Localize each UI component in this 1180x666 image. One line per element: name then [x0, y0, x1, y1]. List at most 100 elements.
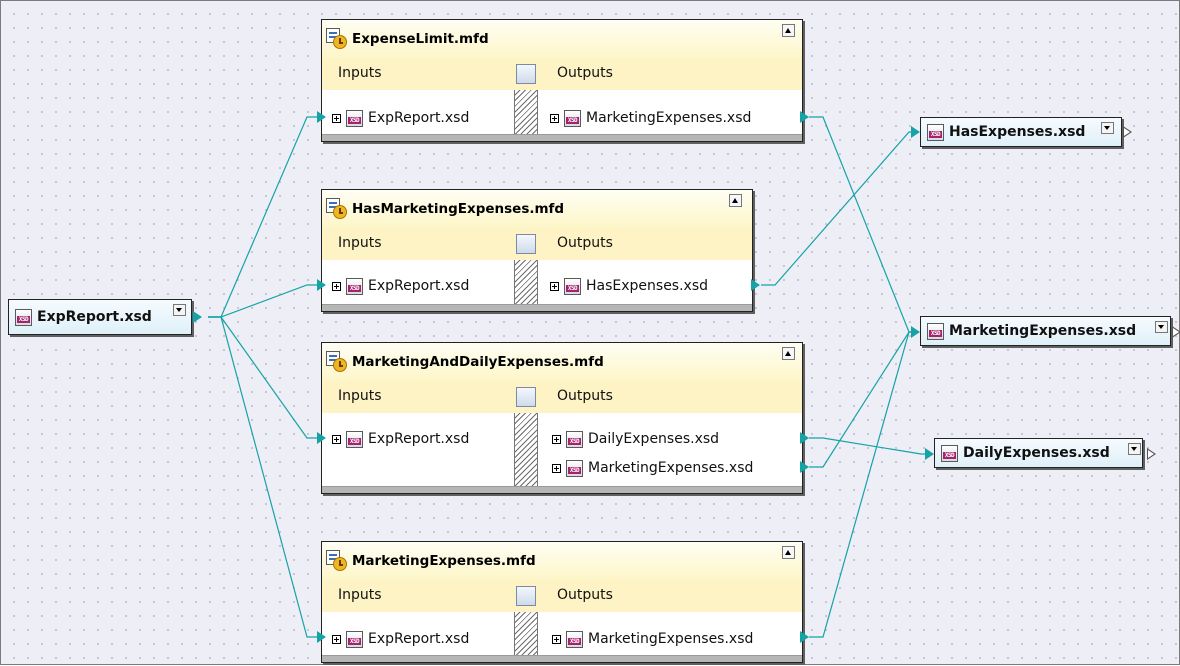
component-footer	[322, 134, 802, 141]
mapping-component-hasmarketingexpenses[interactable]: HasMarketingExpenses.mfd Inputs Outputs …	[321, 189, 753, 312]
mfd-mapping-icon	[326, 198, 348, 220]
target-label: MarketingExpenses.xsd	[949, 323, 1137, 339]
xsd-file-icon	[346, 430, 363, 448]
target-component-marketingexpenses[interactable]: MarketingExpenses.xsd	[920, 316, 1171, 346]
collapse-button[interactable]	[782, 347, 795, 360]
outputs-label: Outputs	[557, 388, 613, 404]
target-output-port[interactable]	[1123, 126, 1132, 138]
input-row[interactable]: ExpReport.xsd	[332, 428, 469, 450]
wire-source-to-expenselimit	[208, 116, 319, 318]
input-row[interactable]: ExpReport.xsd	[332, 107, 469, 129]
source-component[interactable]: ExpReport.xsd	[8, 299, 192, 335]
input-label: ExpReport.xsd	[368, 631, 470, 647]
input-label: ExpReport.xsd	[368, 431, 470, 447]
component-title-bar[interactable]: HasMarketingExpenses.mfd	[322, 190, 752, 228]
view-toggle-button[interactable]	[516, 387, 536, 407]
output-row[interactable]: HasExpenses.xsd	[550, 275, 708, 297]
output-port[interactable]	[800, 111, 809, 123]
xsd-file-icon	[346, 277, 363, 295]
xsd-file-icon	[566, 459, 583, 477]
outputs-label: Outputs	[557, 235, 613, 251]
expand-icon[interactable]	[332, 434, 341, 444]
outputs-label: Outputs	[557, 65, 613, 81]
collapse-button[interactable]	[782, 24, 795, 37]
column-divider	[514, 612, 538, 656]
mfd-mapping-icon	[326, 28, 348, 50]
expand-icon[interactable]	[550, 113, 559, 123]
output-label: MarketingExpenses.xsd	[588, 460, 754, 476]
dropdown-icon[interactable]	[1155, 321, 1168, 333]
mapping-component-expenselimit[interactable]: ExpenseLimit.mfd Inputs Outputs ExpRepor…	[321, 19, 803, 142]
target-label: HasExpenses.xsd	[949, 124, 1086, 140]
wire-source-to-marketingexpenses	[208, 316, 319, 638]
expand-icon[interactable]	[550, 281, 559, 291]
dropdown-icon[interactable]	[1101, 122, 1114, 134]
component-footer	[322, 486, 802, 493]
collapse-button[interactable]	[782, 546, 795, 559]
input-port[interactable]	[317, 631, 326, 643]
target-output-port[interactable]	[1172, 326, 1180, 338]
expand-icon[interactable]	[332, 634, 341, 644]
target-input-port[interactable]	[911, 126, 920, 138]
inputs-label: Inputs	[338, 235, 382, 251]
wire-marketinganddaily-to-marketing-target	[809, 331, 919, 468]
output-port[interactable]	[751, 279, 760, 291]
output-label: MarketingExpenses.xsd	[588, 631, 754, 647]
xsd-file-icon	[566, 430, 583, 448]
mapping-component-marketinganddailyexpenses[interactable]: MarketingAndDailyExpenses.mfd Inputs Out…	[321, 342, 803, 494]
target-input-port[interactable]	[911, 326, 920, 338]
mapping-design-canvas[interactable]: ExpReport.xsd ExpenseLimit.mfd Inputs Ou…	[0, 0, 1180, 665]
component-body: ExpReport.xsd MarketingExpenses.xsd	[322, 612, 802, 656]
component-title-bar[interactable]: ExpenseLimit.mfd	[322, 20, 802, 58]
column-divider	[514, 90, 538, 135]
input-port[interactable]	[317, 279, 326, 291]
target-component-hasexpenses[interactable]: HasExpenses.xsd	[920, 117, 1122, 147]
component-title: MarketingExpenses.mfd	[352, 553, 536, 569]
output-port[interactable]	[800, 461, 809, 473]
view-toggle-button[interactable]	[516, 64, 536, 84]
component-footer	[322, 655, 802, 662]
target-output-port[interactable]	[1147, 448, 1156, 460]
expand-icon[interactable]	[552, 434, 561, 444]
output-port[interactable]	[800, 631, 809, 643]
component-header: Inputs Outputs	[322, 58, 802, 90]
input-row[interactable]: ExpReport.xsd	[332, 628, 469, 650]
expand-icon[interactable]	[552, 634, 561, 644]
component-title: ExpenseLimit.mfd	[352, 31, 489, 47]
input-port[interactable]	[317, 432, 326, 444]
output-label: DailyExpenses.xsd	[588, 431, 720, 447]
output-row[interactable]: DailyExpenses.xsd	[552, 428, 719, 450]
dropdown-icon[interactable]	[173, 304, 186, 316]
collapse-button[interactable]	[729, 194, 742, 207]
output-row[interactable]: MarketingExpenses.xsd	[552, 457, 753, 479]
expand-icon[interactable]	[332, 113, 341, 123]
dropdown-icon[interactable]	[1128, 443, 1141, 455]
view-toggle-button[interactable]	[516, 234, 536, 254]
component-title-bar[interactable]: MarketingAndDailyExpenses.mfd	[322, 343, 802, 381]
xsd-file-icon	[941, 444, 958, 462]
source-output-port[interactable]	[193, 311, 202, 323]
output-row[interactable]: MarketingExpenses.xsd	[550, 107, 751, 129]
view-toggle-button[interactable]	[516, 586, 536, 606]
input-row[interactable]: ExpReport.xsd	[332, 275, 469, 297]
input-port[interactable]	[317, 111, 326, 123]
output-port[interactable]	[800, 432, 809, 444]
expand-icon[interactable]	[332, 281, 341, 291]
mapping-component-marketingexpenses[interactable]: MarketingExpenses.mfd Inputs Outputs Exp…	[321, 541, 803, 663]
xsd-file-icon	[346, 630, 363, 648]
component-title-bar[interactable]: MarketingExpenses.mfd	[322, 542, 802, 580]
target-component-dailyexpenses[interactable]: DailyExpenses.xsd	[934, 438, 1143, 468]
component-body: ExpReport.xsd DailyExpenses.xsd Marketin…	[322, 413, 802, 487]
xsd-file-icon	[346, 109, 363, 127]
component-title: MarketingAndDailyExpenses.mfd	[352, 354, 604, 370]
wire-marketingexpenses-to-marketing-target	[809, 331, 919, 638]
xsd-file-icon	[927, 322, 944, 340]
column-divider	[514, 413, 538, 487]
output-row[interactable]: MarketingExpenses.xsd	[552, 628, 753, 650]
inputs-label: Inputs	[338, 587, 382, 603]
mfd-mapping-icon	[326, 550, 348, 572]
expand-icon[interactable]	[552, 463, 561, 473]
target-input-port[interactable]	[925, 448, 934, 460]
output-label: MarketingExpenses.xsd	[586, 110, 752, 126]
wire-expenselimit-to-marketing-target	[809, 116, 919, 333]
